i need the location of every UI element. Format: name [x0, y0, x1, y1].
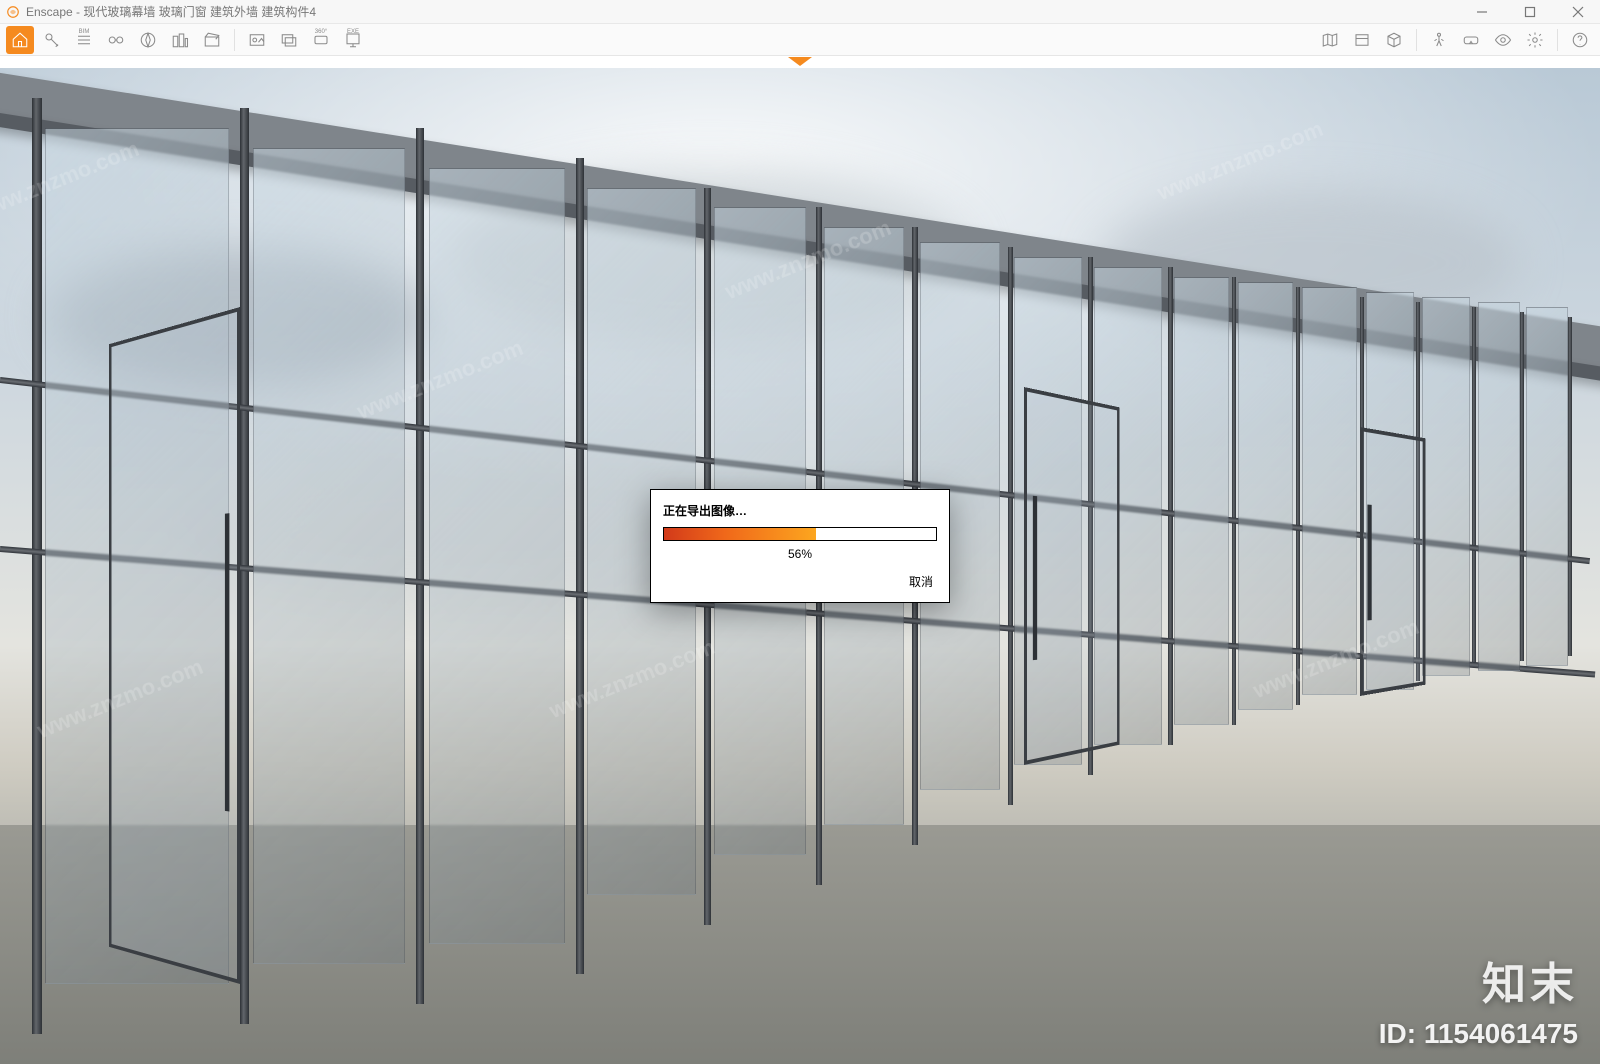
visual-eye-button[interactable] [1489, 26, 1517, 54]
views-button[interactable] [102, 26, 130, 54]
window-minimize-button[interactable] [1470, 2, 1494, 22]
title-bar: Enscape - 现代玻璃幕墙 玻璃门窗 建筑外墙 建筑构件4 [0, 0, 1600, 24]
export-progress-dialog: 正在导出图像… 56% 取消 [650, 489, 950, 603]
walk-button[interactable] [1425, 26, 1453, 54]
batch-render-button[interactable] [275, 26, 303, 54]
window-maximize-button[interactable] [1518, 2, 1542, 22]
pivot-door [1360, 427, 1425, 696]
home-button[interactable] [6, 26, 34, 54]
progress-percent-label: 56% [663, 547, 937, 561]
license-button[interactable] [38, 26, 66, 54]
paper-button[interactable] [1348, 26, 1376, 54]
pivot-door [1024, 387, 1120, 765]
toolbar-collapse-chevron[interactable] [0, 56, 1600, 68]
progress-bar [663, 527, 937, 541]
panorama-button[interactable]: 360° [307, 26, 335, 54]
window-title: Enscape - 现代玻璃幕墙 玻璃门窗 建筑外墙 建筑构件4 [26, 3, 316, 20]
export-exe-button[interactable]: EXE [339, 26, 367, 54]
map-button[interactable] [1316, 26, 1344, 54]
pivot-door [109, 307, 240, 984]
window-close-button[interactable] [1566, 2, 1590, 22]
main-toolbar: BIM 360° EXE [0, 24, 1600, 56]
help-button[interactable] [1566, 26, 1594, 54]
render-viewport[interactable]: www.znzmo.com www.znzmo.com www.znzmo.co… [0, 68, 1600, 1064]
toolbar-separator [234, 29, 235, 51]
orbit-compass-button[interactable] [134, 26, 162, 54]
vr-headset-button[interactable] [1457, 26, 1485, 54]
toolbar-separator [1416, 29, 1417, 51]
bim-list-button[interactable]: BIM [70, 26, 98, 54]
settings-gear-button[interactable] [1521, 26, 1549, 54]
assets-button[interactable] [166, 26, 194, 54]
cube-button[interactable] [1380, 26, 1408, 54]
window-controls [1470, 2, 1590, 22]
screenshot-button[interactable] [243, 26, 271, 54]
watermark-id: ID: 1154061475 [1379, 1018, 1578, 1050]
progress-bar-fill [664, 528, 816, 540]
cancel-button[interactable]: 取消 [905, 571, 937, 592]
app-window: Enscape - 现代玻璃幕墙 玻璃门窗 建筑外墙 建筑构件4 BIM 360… [0, 0, 1600, 1064]
video-clapper-button[interactable] [198, 26, 226, 54]
toolbar-separator [1557, 29, 1558, 51]
dialog-title: 正在导出图像… [663, 502, 937, 519]
app-logo-icon [6, 5, 20, 19]
watermark-logo: 知末 [1482, 948, 1578, 1012]
